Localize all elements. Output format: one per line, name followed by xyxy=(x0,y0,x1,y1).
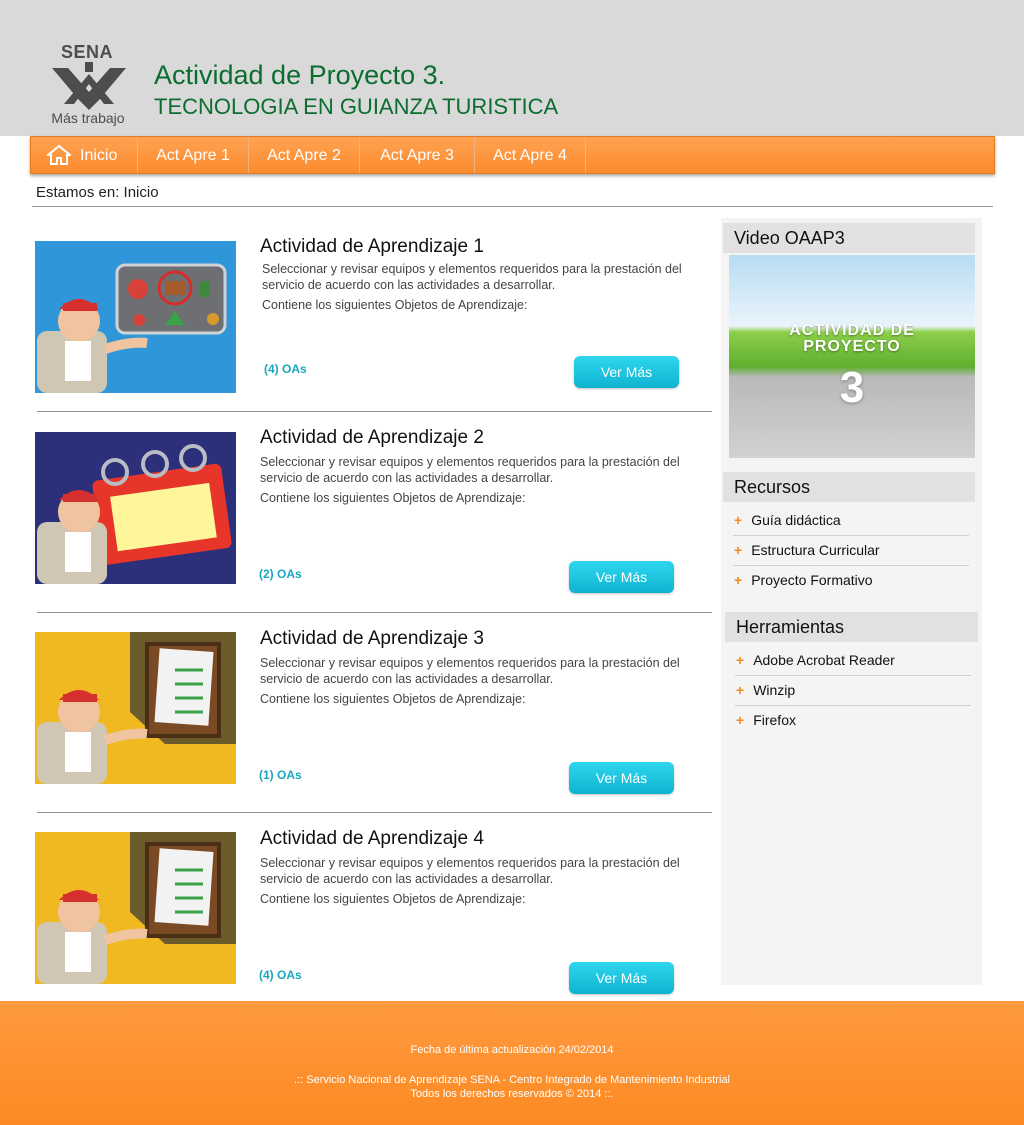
activity-2-title: Actividad de Aprendizaje 2 xyxy=(260,427,484,448)
nav-item-label: Act Apre 1 xyxy=(156,147,230,164)
activity-2-description: Seleccionar y revisar equipos y elemento… xyxy=(260,455,680,485)
resource-label: Estructura Curricular xyxy=(751,542,880,558)
nav-item-inicio[interactable]: Inicio xyxy=(31,137,138,173)
activity-4-description: Seleccionar y revisar equipos y elemento… xyxy=(260,856,680,886)
activity-1-objects-text: Contiene los siguientes Objetos de Apren… xyxy=(262,298,528,312)
page-subtitle: TECNOLOGIA EN GUIANZA TURISTICA xyxy=(154,94,559,119)
video-caption-line1: ACTIVIDAD DE xyxy=(789,322,915,339)
plus-icon: + xyxy=(736,712,745,728)
sidebar: Video OAAP3 ACTIVIDAD DE PROYECTO 3 Recu… xyxy=(721,218,982,985)
activity-1-description: Seleccionar y revisar equipos y elemento… xyxy=(262,262,682,292)
home-icon xyxy=(47,144,71,165)
resource-link-estructura[interactable]: + Estructura Curricular xyxy=(734,542,880,558)
activity-3-illustration xyxy=(35,632,236,784)
footer-line2: Todos los derechos reservados © 2014 ::. xyxy=(410,1088,614,1100)
resource-link-proyecto[interactable]: + Proyecto Formativo xyxy=(734,572,873,588)
activity-1-ver-mas-button[interactable]: Ver Más xyxy=(574,356,679,388)
tool-link-winzip[interactable]: + Winzip xyxy=(736,682,795,698)
video-section-title: Video OAAP3 xyxy=(723,223,975,253)
activity-4-title: Actividad de Aprendizaje 4 xyxy=(260,828,484,849)
tool-link-firefox[interactable]: + Firefox xyxy=(736,712,796,728)
resource-label: Proyecto Formativo xyxy=(751,572,873,588)
activity-2-oas-link[interactable]: (2) OAs xyxy=(259,567,302,581)
nav-item-act-apre-2[interactable]: Act Apre 2 xyxy=(249,137,360,173)
activity-4-illustration xyxy=(35,832,236,984)
activity-1-oas-link[interactable]: (4) OAs xyxy=(264,362,307,376)
plus-icon: + xyxy=(734,542,743,558)
nav-item-label: Act Apre 2 xyxy=(267,147,341,164)
tool-link-acrobat[interactable]: + Adobe Acrobat Reader xyxy=(736,652,895,668)
plus-icon: + xyxy=(734,572,743,588)
tool-divider xyxy=(735,705,971,706)
nav-item-act-apre-4[interactable]: Act Apre 4 xyxy=(475,137,586,173)
activity-1-illustration xyxy=(35,241,236,393)
tool-label: Adobe Acrobat Reader xyxy=(753,652,895,668)
activity-2-objects-text: Contiene los siguientes Objetos de Apren… xyxy=(260,491,526,505)
activity-3-oas-link[interactable]: (1) OAs xyxy=(259,768,302,782)
main-nav: Inicio Act Apre 1 Act Apre 2 Act Apre 3 … xyxy=(30,136,995,174)
resources-section-title: Recursos xyxy=(723,472,975,502)
tool-label: Winzip xyxy=(753,682,796,698)
breadcrumb: Estamos en: Inicio xyxy=(36,184,159,201)
footer-line1: .:: Servicio Nacional de Aprendizaje SEN… xyxy=(294,1074,730,1086)
resource-divider xyxy=(733,535,969,536)
activity-2-illustration xyxy=(35,432,236,584)
nav-item-act-apre-3[interactable]: Act Apre 3 xyxy=(360,137,475,173)
activity-1-title: Actividad de Aprendizaje 1 xyxy=(260,236,484,257)
tools-section-title: Herramientas xyxy=(725,612,978,642)
resource-label: Guía didáctica xyxy=(751,512,841,528)
activity-divider xyxy=(37,411,712,412)
activity-4-ver-mas-button[interactable]: Ver Más xyxy=(569,962,674,994)
activity-3-ver-mas-button[interactable]: Ver Más xyxy=(569,762,674,794)
page-header: SENA Más trabajo Actividad de Proyecto 3… xyxy=(0,0,1024,136)
nav-item-label: Act Apre 4 xyxy=(493,147,567,164)
activity-divider xyxy=(37,812,712,813)
plus-icon: + xyxy=(736,682,745,698)
activity-4-oas-link[interactable]: (4) OAs xyxy=(259,968,302,982)
logo-word: SENA xyxy=(60,42,113,62)
video-player[interactable]: ACTIVIDAD DE PROYECTO 3 xyxy=(729,255,975,458)
resource-divider xyxy=(733,565,969,566)
nav-item-label: Inicio xyxy=(80,147,118,164)
resource-link-guia[interactable]: + Guía didáctica xyxy=(734,512,841,528)
video-number: 3 xyxy=(839,363,865,412)
activity-4-objects-text: Contiene los siguientes Objetos de Apren… xyxy=(260,892,526,906)
footer-updated: Fecha de última actualización 24/02/2014 xyxy=(410,1044,614,1056)
plus-icon: + xyxy=(734,512,743,528)
page-footer: Fecha de última actualización 24/02/2014… xyxy=(0,1001,1024,1125)
video-caption-line2: PROYECTO xyxy=(803,338,901,355)
plus-icon: + xyxy=(736,652,745,668)
activity-2-ver-mas-button[interactable]: Ver Más xyxy=(569,561,674,593)
activity-3-objects-text: Contiene los siguientes Objetos de Apren… xyxy=(260,692,526,706)
tool-divider xyxy=(735,675,971,676)
nav-item-label: Act Apre 3 xyxy=(380,147,454,164)
activity-3-title: Actividad de Aprendizaje 3 xyxy=(260,628,484,649)
activity-3-description: Seleccionar y revisar equipos y elemento… xyxy=(260,656,680,686)
breadcrumb-divider xyxy=(32,206,993,207)
logo-tagline: Más trabajo xyxy=(51,110,125,126)
activity-divider xyxy=(37,612,712,613)
tool-label: Firefox xyxy=(753,712,796,728)
nav-item-act-apre-1[interactable]: Act Apre 1 xyxy=(138,137,249,173)
page-title: Actividad de Proyecto 3. xyxy=(154,60,446,90)
